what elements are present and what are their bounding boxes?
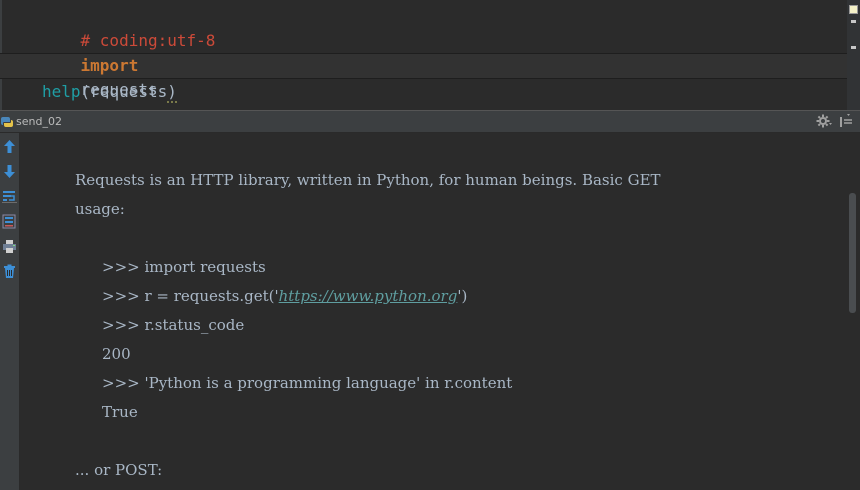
soft-wrap-icon[interactable] (2, 189, 17, 204)
output-line: Requests is an HTTP library, written in … (75, 171, 661, 189)
run-tool-window-header: send_02 (0, 110, 860, 133)
import-keyword: import (80, 56, 139, 75)
output-line: >>> 'Python is a programming language' i… (102, 374, 513, 392)
run-header-tools (816, 113, 854, 129)
python-org-link[interactable]: https://www.python.org (279, 287, 458, 305)
console-scroll-thumb[interactable] (849, 193, 856, 313)
open-paren: ( (80, 82, 91, 101)
output-line: True (102, 403, 138, 421)
gear-icon[interactable] (816, 113, 832, 129)
scroll-marker[interactable] (851, 20, 856, 23)
code-editor[interactable]: # coding:utf-8 import requests help(requ… (0, 0, 860, 110)
console-scrollbar[interactable] (845, 133, 860, 490)
down-arrow-icon[interactable] (2, 164, 17, 179)
output-line: 200 (102, 345, 131, 363)
output-line: >>> r.status_code (102, 316, 245, 334)
help-argument: requests (90, 82, 168, 101)
output-text: >>> r = requests.get(' (102, 287, 279, 305)
console-output[interactable]: Requests is an HTTP library, written in … (19, 133, 845, 490)
help-function: help (42, 82, 81, 101)
print-icon[interactable] (2, 239, 17, 254)
code-line-1[interactable]: # coding:utf-8 (42, 5, 216, 50)
editor-scrollbar[interactable] (847, 0, 860, 110)
scroll-marker[interactable] (851, 46, 856, 49)
code-line-2[interactable]: import requests (42, 30, 158, 99)
output-text: ') (457, 287, 468, 305)
output-line: >>> r = requests.get('https://www.python… (102, 286, 467, 306)
run-tab-send-02[interactable]: send_02 (0, 111, 70, 132)
output-line: ... or POST: (75, 461, 163, 479)
hide-panel-icon[interactable] (838, 113, 854, 129)
output-line: usage: (75, 200, 125, 218)
output-line: >>> import requests (102, 258, 266, 276)
inspection-status-icon[interactable] (849, 5, 858, 14)
run-tool-window: Requests is an HTTP library, written in … (0, 133, 860, 490)
run-side-toolbar (0, 133, 20, 490)
up-arrow-icon[interactable] (2, 139, 17, 154)
code-line-4[interactable]: help(requests) (42, 80, 177, 104)
python-file-icon (1, 116, 13, 127)
run-tab-label: send_02 (16, 115, 62, 128)
scroll-to-end-icon[interactable] (2, 214, 17, 229)
trash-icon[interactable] (2, 264, 17, 279)
close-paren: ) (167, 82, 177, 103)
